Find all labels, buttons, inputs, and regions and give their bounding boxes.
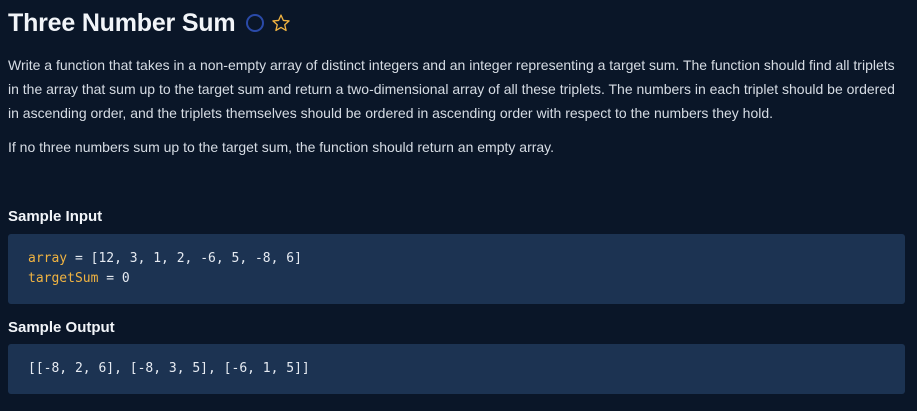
page-title: Three Number Sum: [8, 9, 236, 37]
sample-input-code-block: array = [12, 3, 1, 2, -6, 5, -8, 6] targ…: [8, 234, 905, 304]
sample-input-heading: Sample Input: [8, 208, 103, 225]
problem-description: Write a function that takes in a non-emp…: [8, 57, 895, 121]
sample-output-heading: Sample Output: [8, 319, 115, 336]
sample-input-array-line: array = [12, 3, 1, 2, -6, 5, -8, 6]: [28, 249, 905, 269]
sample-output-code-block: [[-8, 2, 6], [-8, 3, 5], [-6, 1, 5]]: [8, 344, 905, 394]
problem-description-empty-case: If no three numbers sum up to the target…: [8, 139, 555, 155]
target-sum-identifier: targetSum: [28, 271, 99, 286]
sample-output-value: [[-8, 2, 6], [-8, 3, 5], [-6, 1, 5]]: [28, 361, 310, 376]
array-identifier: array: [28, 251, 68, 266]
star-icon[interactable]: [271, 13, 291, 33]
problem-page: Three Number Sum Write a function that t…: [0, 0, 917, 411]
title-row: Three Number Sum: [8, 0, 909, 46]
target-sum-value: = 0: [98, 271, 130, 286]
array-value: = [12, 3, 1, 2, -6, 5, -8, 6]: [67, 251, 302, 266]
completion-status-icon[interactable]: [246, 14, 265, 32]
sample-input-target-line: targetSum = 0: [28, 269, 905, 289]
